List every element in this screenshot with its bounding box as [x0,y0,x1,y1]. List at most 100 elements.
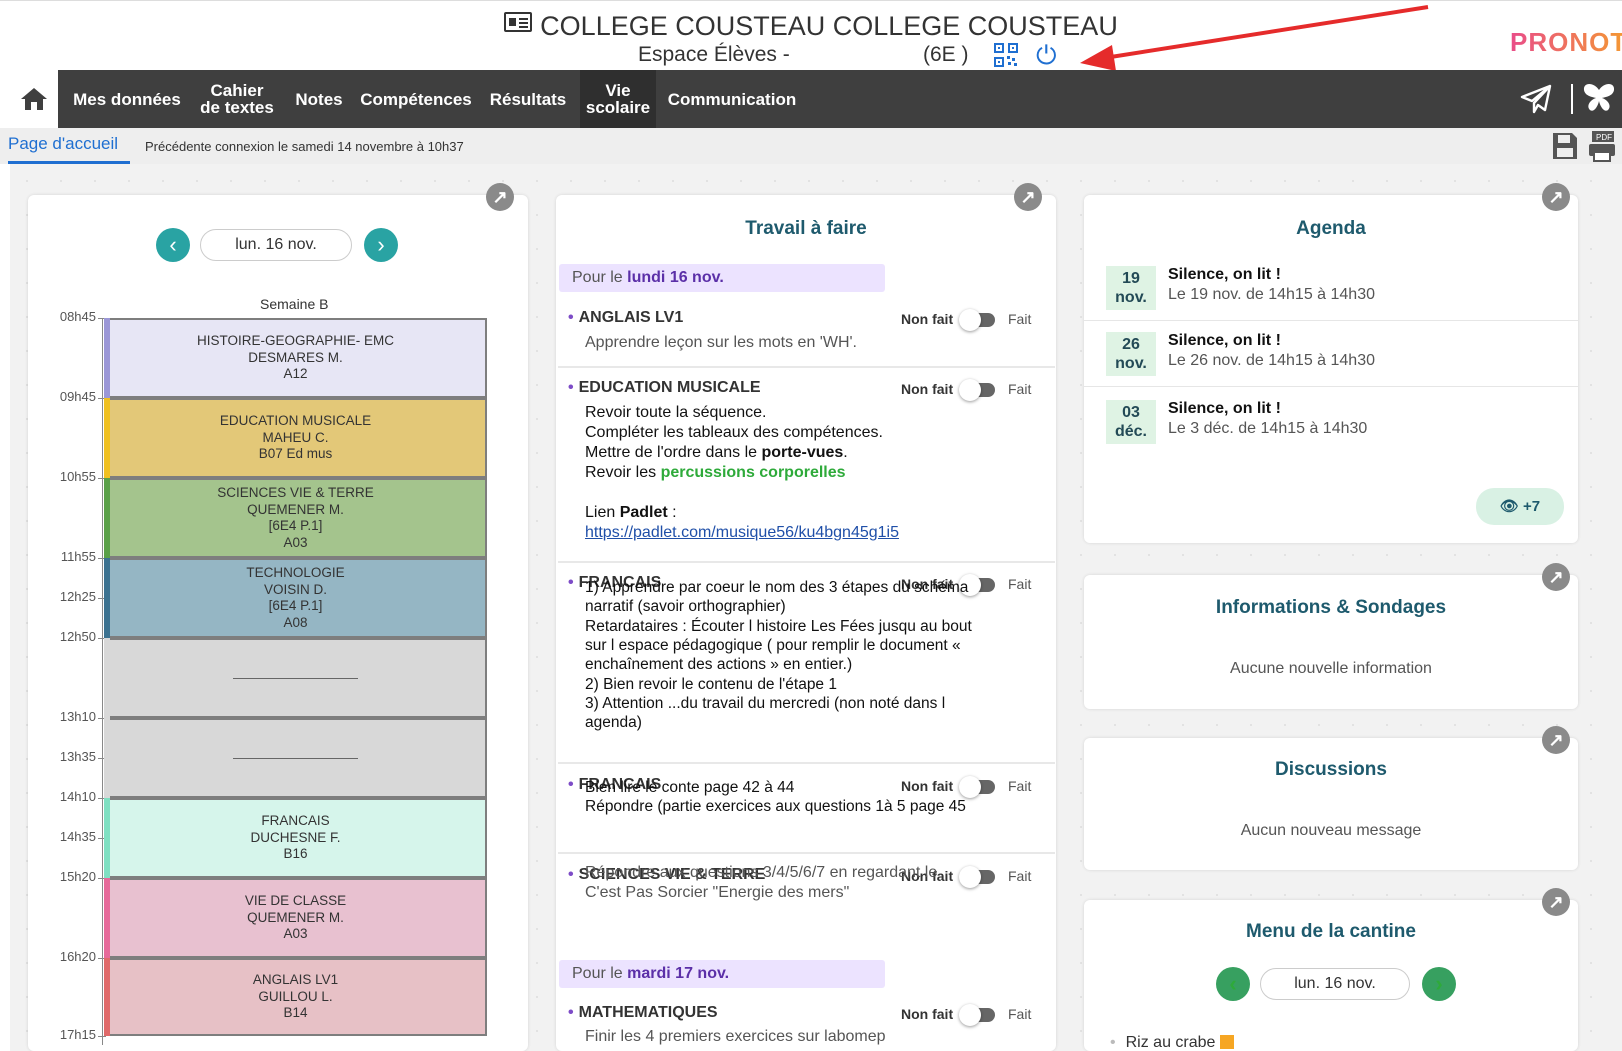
status-done-label: Fait [1008,868,1032,884]
time-label: 12h25 [59,589,96,604]
slot-line: FRANCAIS [261,813,330,829]
slot-line: EDUCATION MUSICALE [219,413,372,429]
nav-competences[interactable]: Compétences [354,70,478,128]
agenda-date-badge: 26 nov. [1106,332,1156,376]
homework-line: Répondre aux questions 3/4/5/6/7 en rega… [585,864,938,881]
canteen-title: Menu de la cantine [1246,921,1416,942]
nav-resultats[interactable]: Résultats [482,70,574,128]
agenda-item-text: Le 3 déc. de 14h15 à 14h30 [1168,420,1368,437]
homework-line: Mettre de l'ordre dans le porte-vues. [585,444,848,461]
expand-schedule-icon[interactable]: ↗ [486,183,514,211]
padlet-link[interactable]: https://padlet.com/musique56/ku4bgn45g1i… [585,523,899,543]
slot-line: GUILLOU L. [258,988,333,1004]
slot-line: A12 [283,366,308,382]
schedule-slot[interactable]: EDUCATION MUSICALE MAHEU C. B07 Ed mus [104,398,487,478]
empty-slot-line [233,677,358,679]
expand-discussions-icon[interactable]: ↗ [1542,726,1570,754]
nav-mes-donnees[interactable]: Mes données [68,70,186,128]
butterfly-icon[interactable] [1582,82,1616,114]
time-label: 08h45 [59,309,96,324]
previous-connection: Précédente connexion le samedi 14 novemb… [145,139,464,154]
schedule-slot[interactable]: VIE DE CLASSE QUEMENER M. A03 [104,878,487,958]
slot-line: A08 [283,614,308,630]
slot-line: B16 [283,846,308,862]
sub-bar: Page d'accueil Précédente connexion le s… [0,128,1622,164]
time-label: 12h50 [59,629,96,644]
slot-line: VIE DE CLASSE [244,893,347,909]
pronote-logo: PRONOTE [1510,27,1622,58]
agenda-item-text: Le 26 nov. de 14h15 à 14h30 [1168,352,1375,369]
homework-line: C'est Pas Sorcier "Energie des mers" [585,883,850,901]
done-toggle[interactable] [959,309,995,331]
schedule-slot[interactable]: TECHNOLOGIE VOISIN D. [6E4 P.1] A08 [104,558,487,638]
done-toggle[interactable] [959,776,995,798]
schedule-slot[interactable] [104,718,487,798]
homework-line: Répondre (partie exercices aux questions… [585,798,966,816]
homework-line: Retardataires : Écouter l histoire Les F… [585,617,972,635]
agenda-item[interactable]: 19 nov. Silence, on lit ! Le 19 nov. de 14h… [1084,252,1578,320]
nav-notes[interactable]: Notes [288,70,350,128]
status-done-label: Fait [1008,311,1032,327]
nav-separator [1571,84,1573,114]
schedule-slot[interactable]: ANGLAIS LV1 GUILLOU L. B14 [104,958,487,1036]
slot-line: ANGLAIS LV1 [252,972,339,988]
expand-canteen-icon[interactable]: ↗ [1542,888,1570,916]
canteen-prev-day-button[interactable]: ‹ [1216,967,1250,1001]
schedule-slot[interactable] [104,638,487,718]
slot-line: MAHEU C. [262,429,329,445]
slot-color-bar [104,638,110,718]
nav-cahier-de-textes[interactable]: Cahier de textes [192,70,282,128]
homework-item: MATHEMATIQUES Non fait Fait Finir les 4 … [558,996,1055,1051]
homework-item: FRANCAIS Non fait Fait Bien lire le cont… [558,766,1055,854]
time-label: 11h55 [60,549,96,564]
schedule-next-day-button[interactable]: › [364,228,398,262]
pdf-print-icon[interactable]: PDF [1588,130,1616,162]
nav-communication[interactable]: Communication [662,70,802,128]
agenda-title: Agenda [1296,218,1366,239]
save-icon[interactable] [1552,132,1578,160]
agenda-date-badge: 19 nov. [1106,266,1156,310]
schedule-prev-day-button[interactable]: ‹ [156,228,190,262]
svg-text:PDF: PDF [1596,133,1612,142]
homework-item: FRANCAIS Non fait Fait 1) Apprendre par … [558,564,1055,764]
send-message-icon[interactable] [1520,84,1552,114]
agenda-more-button[interactable]: 👁 +7 [1476,488,1564,525]
schedule-date-picker[interactable]: lun. 16 nov. [200,229,352,261]
time-axis [102,318,103,1045]
slot-color-bar [104,318,110,398]
slot-color-bar [104,398,110,478]
schedule-slot[interactable]: HISTOIRE-GEOGRAPHIE- EMC DESMARES M. A12 [104,318,487,398]
home-button[interactable] [10,70,58,128]
schedule-slot[interactable]: FRANCAIS DUCHESNE F. B16 [104,798,487,878]
slot-color-bar [104,798,110,878]
status-done-label: Fait [1008,576,1032,592]
canteen-date-picker[interactable]: lun. 16 nov. [1260,968,1410,1000]
done-toggle[interactable] [959,1004,995,1026]
agenda-item-title: Silence, on lit ! [1168,332,1281,349]
status-done-label: Fait [1008,778,1032,794]
time-tick [98,1036,106,1037]
canteen-menu-item: Riz au crabe [1110,1034,1234,1051]
status-not-done-label: Non fait [901,381,954,397]
homework-day-header: Pour le mardi 17 nov. [559,960,885,988]
slot-line: DESMARES M. [248,349,343,365]
slot-line: QUEMENER M. [247,501,344,517]
status-done-label: Fait [1008,1006,1032,1022]
homework-subject: EDUCATION MUSICALE [568,379,761,397]
canteen-next-day-button[interactable]: › [1422,967,1456,1001]
done-toggle[interactable] [959,866,995,888]
slot-line: TECHNOLOGIE [246,565,345,580]
done-toggle[interactable] [959,379,995,401]
slot-line: [6E4 P.1] [268,518,323,533]
agenda-item[interactable]: 26 nov. Silence, on lit ! Le 26 nov. de 14h… [1084,318,1578,386]
homework-line: sur l espace pédagogique ( pour remplir … [585,636,961,654]
expand-info-icon[interactable]: ↗ [1542,563,1570,591]
organic-label-icon [1219,1035,1234,1049]
expand-homework-icon[interactable]: ↗ [1014,183,1042,211]
nav-vie-scolaire[interactable]: Vie scolaire [580,70,656,128]
schedule-slot[interactable]: SCIENCES VIE & TERRE QUEMENER M. [6E4 P.1]… [104,478,487,558]
agenda-item[interactable]: 03 déc. Silence, on lit ! Le 3 déc. de 14h1… [1084,386,1578,454]
expand-agenda-icon[interactable]: ↗ [1542,183,1570,211]
status-not-done-label: Non fait [901,1006,954,1022]
tab-page-accueil[interactable]: Page d'accueil [8,134,118,154]
